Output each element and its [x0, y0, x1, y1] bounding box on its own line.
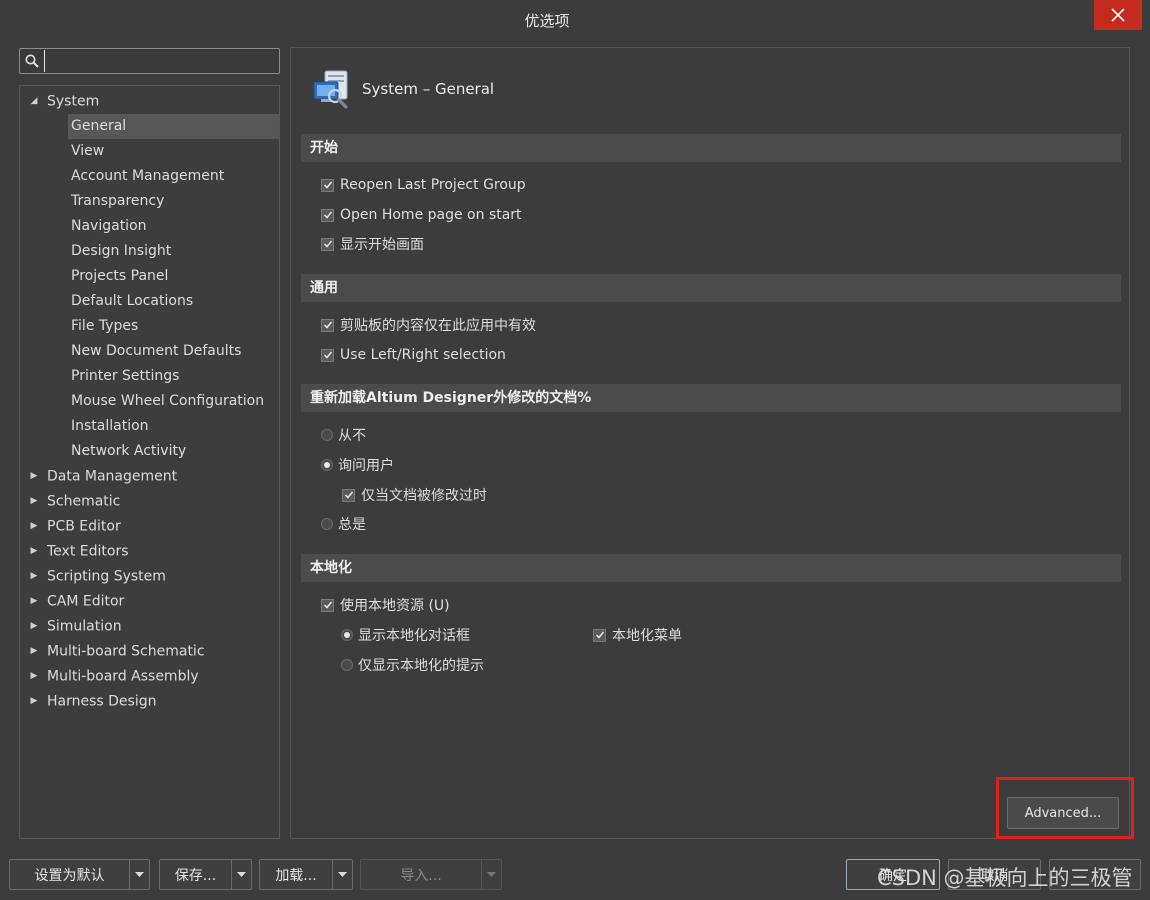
tree-item-pcb-editor[interactable]: ▶ PCB Editor [28, 514, 121, 539]
checkbox-checked-icon [321, 237, 334, 251]
tree-item-transparency[interactable]: Transparency [68, 189, 164, 214]
section-general-header: 通用 [301, 274, 1121, 302]
only-when-modified-checkbox[interactable]: 仅当文档被修改过时 [342, 484, 487, 506]
close-button[interactable] [1094, 0, 1142, 30]
tree-item-view[interactable]: View [68, 139, 104, 164]
dropdown-arrow-icon[interactable] [481, 860, 501, 889]
collapsed-arrow-icon[interactable]: ▶ [28, 614, 40, 639]
window-title: 优选项 [524, 12, 570, 30]
tree-item-cam-editor[interactable]: ▶ CAM Editor [28, 589, 125, 614]
panel-title: System – General [362, 80, 495, 98]
tree-item-schematic[interactable]: ▶ Schematic [28, 489, 121, 514]
collapsed-arrow-icon[interactable]: ▶ [28, 589, 40, 614]
use-local-resources-checkbox[interactable]: 使用本地资源 (U) [321, 594, 450, 616]
search-input[interactable] [44, 50, 276, 72]
tree-item-network-activity[interactable]: Network Activity [68, 439, 186, 464]
collapsed-arrow-icon[interactable]: ▶ [28, 514, 40, 539]
tree-item-default-locations[interactable]: Default Locations [68, 289, 193, 314]
checkbox-checked-icon [321, 348, 334, 362]
import-button[interactable]: 导入... [360, 859, 502, 890]
collapsed-arrow-icon[interactable]: ▶ [28, 539, 40, 564]
dropdown-arrow-icon[interactable] [332, 860, 352, 889]
checkbox-checked-icon [321, 598, 334, 612]
checkbox-checked-icon [342, 488, 355, 502]
tree-item-file-types[interactable]: File Types [68, 314, 138, 339]
tree-item-harness-design[interactable]: ▶ Harness Design [28, 689, 157, 714]
load-button[interactable]: 加载... [259, 859, 353, 890]
system-general-icon [313, 70, 348, 109]
tree-item-account-management[interactable]: Account Management [68, 164, 224, 189]
settings-panel: System – General 开始 Reopen Last Project … [290, 47, 1130, 839]
collapsed-arrow-icon[interactable]: ▶ [28, 664, 40, 689]
tree-item-multi-board-schematic[interactable]: ▶ Multi-board Schematic [28, 639, 205, 664]
tree-item-design-insight[interactable]: Design Insight [68, 239, 171, 264]
tree-item-system[interactable]: ◢ System [28, 89, 100, 114]
clipboard-checkbox[interactable]: 剪贴板的内容仅在此应用中有效 [321, 314, 536, 336]
tree-item-projects-panel[interactable]: Projects Panel [68, 264, 168, 289]
left-right-selection-checkbox[interactable]: Use Left/Right selection [321, 344, 506, 366]
preferences-tree: ◢ System General View Account Management … [19, 85, 280, 839]
collapsed-arrow-icon[interactable]: ▶ [28, 564, 40, 589]
collapsed-arrow-icon[interactable]: ▶ [28, 489, 40, 514]
tree-item-printer-settings[interactable]: Printer Settings [68, 364, 179, 389]
checkbox-checked-icon [321, 178, 334, 192]
search-box[interactable] [19, 48, 280, 74]
localized-menus-checkbox[interactable]: 本地化菜单 [593, 624, 682, 646]
tree-item-installation[interactable]: Installation [68, 414, 149, 439]
tree-item-navigation[interactable]: Navigation [68, 214, 147, 239]
tree-item-general[interactable]: General [68, 114, 279, 139]
reload-never-radio[interactable]: 从不 [321, 424, 366, 446]
section-localization-header: 本地化 [301, 554, 1121, 582]
tree-item-simulation[interactable]: ▶ Simulation [28, 614, 122, 639]
collapsed-arrow-icon[interactable]: ▶ [28, 464, 40, 489]
section-reload-header: 重新加载Altium Designer外修改的文档% [301, 384, 1121, 412]
collapsed-arrow-icon[interactable]: ▶ [28, 639, 40, 664]
checkbox-checked-icon [321, 208, 334, 222]
search-icon [25, 54, 39, 68]
tree-item-new-document-defaults[interactable]: New Document Defaults [68, 339, 241, 364]
radio-off-icon [321, 518, 333, 530]
show-splash-checkbox[interactable]: 显示开始画面 [321, 233, 424, 255]
close-icon [1111, 8, 1125, 22]
open-home-page-checkbox[interactable]: Open Home page on start [321, 204, 522, 226]
set-default-button[interactable]: 设置为默认 [9, 859, 150, 890]
dropdown-arrow-icon[interactable] [231, 860, 251, 889]
radio-on-icon [341, 629, 353, 641]
collapsed-arrow-icon[interactable]: ▶ [28, 689, 40, 714]
watermark-text: CSDN @基极向上的三极管 [877, 866, 1133, 890]
radio-off-icon [341, 659, 353, 671]
expanded-arrow-icon[interactable]: ◢ [28, 89, 40, 114]
checkbox-checked-icon [321, 318, 334, 332]
dropdown-arrow-icon[interactable] [129, 860, 149, 889]
radio-on-icon [321, 459, 333, 471]
localized-hints-only-radio[interactable]: 仅显示本地化的提示 [341, 654, 484, 676]
reopen-last-project-checkbox[interactable]: Reopen Last Project Group [321, 174, 526, 196]
reload-ask-radio[interactable]: 询问用户 [321, 454, 394, 476]
title-bar: 优选项 [0, 0, 1150, 38]
reload-always-radio[interactable]: 总是 [321, 513, 366, 535]
radio-off-icon [321, 429, 333, 441]
tree-item-data-management[interactable]: ▶ Data Management [28, 464, 178, 489]
tree-item-text-editors[interactable]: ▶ Text Editors [28, 539, 129, 564]
show-localized-dialogs-radio[interactable]: 显示本地化对话框 [341, 624, 470, 646]
tree-item-scripting-system[interactable]: ▶ Scripting System [28, 564, 166, 589]
save-button[interactable]: 保存... [159, 859, 252, 890]
advanced-button[interactable]: Advanced... [1007, 797, 1119, 829]
tree-item-multi-board-assembly[interactable]: ▶ Multi-board Assembly [28, 664, 199, 689]
tree-item-mouse-wheel-configuration[interactable]: Mouse Wheel Configuration [68, 389, 264, 414]
section-start-header: 开始 [301, 134, 1121, 162]
checkbox-checked-icon [593, 628, 606, 642]
